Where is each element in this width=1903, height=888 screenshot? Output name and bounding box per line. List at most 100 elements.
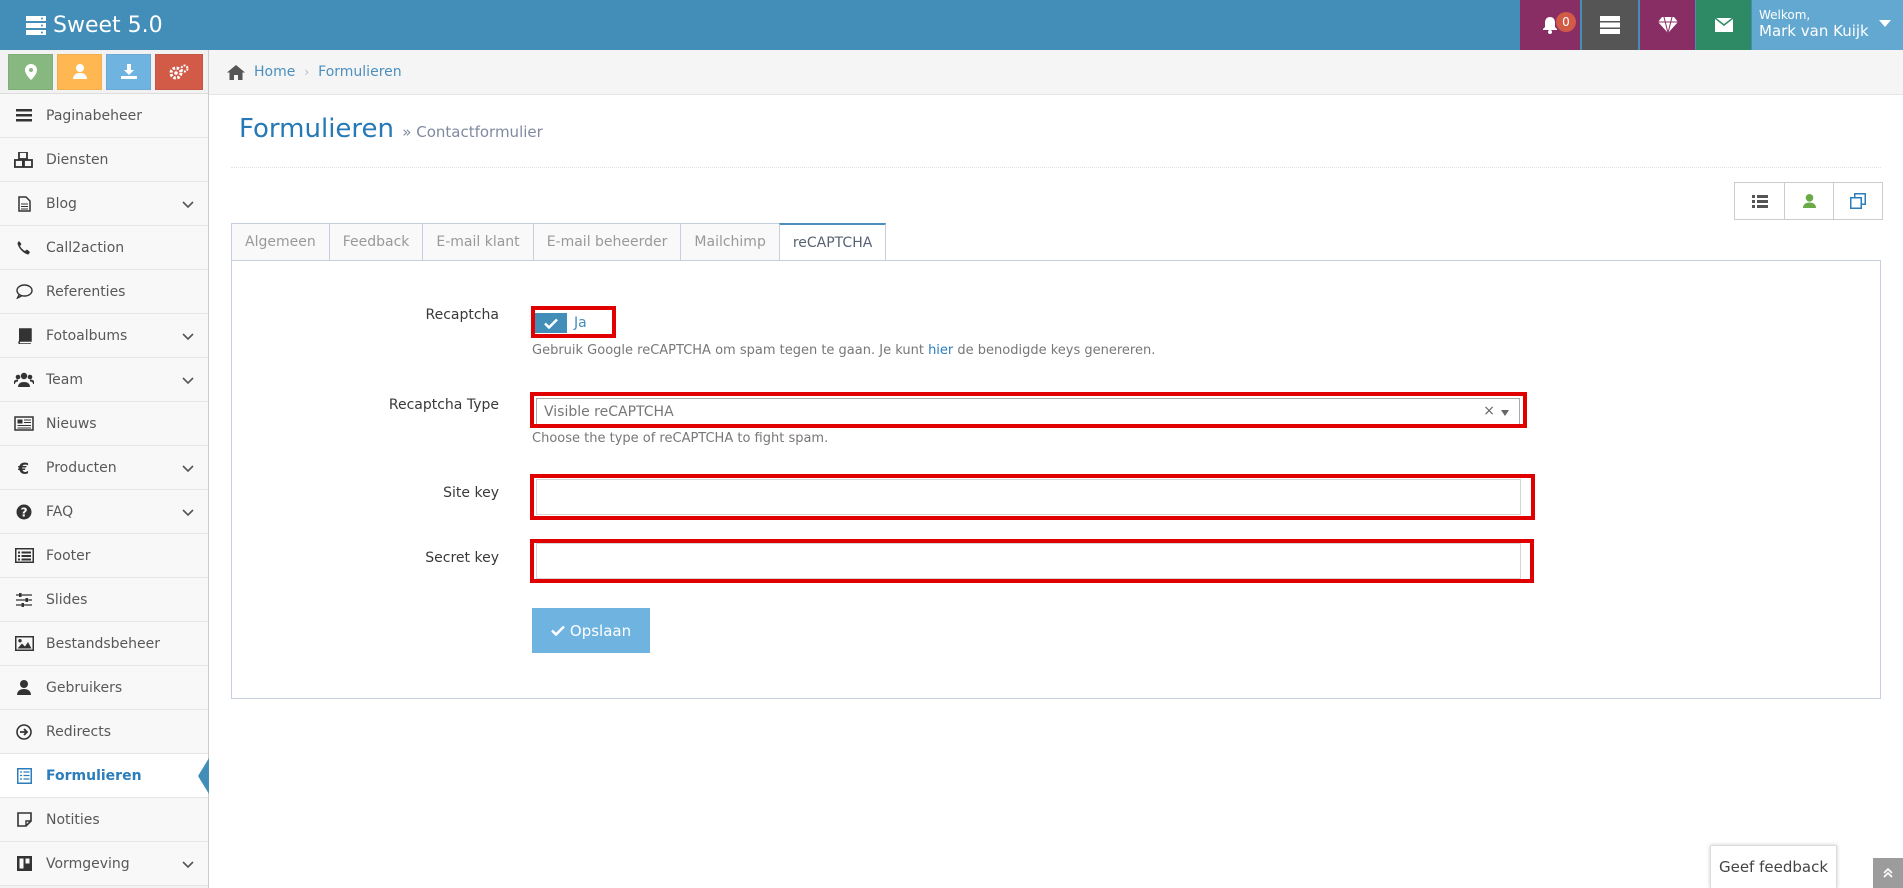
feedback-button[interactable]: Geef feedback [1710, 845, 1837, 888]
sidebar-item-bestandsbeheer[interactable]: Bestandsbeheer [0, 622, 208, 666]
users-icon [13, 371, 35, 389]
sidebar-item-footer[interactable]: Footer [0, 534, 208, 578]
highlight-site-key [530, 474, 1535, 520]
double-chevron-up-icon [1883, 868, 1893, 878]
sidebar-item-faq[interactable]: ? FAQ [0, 490, 208, 534]
newspaper-icon [13, 415, 35, 433]
sidebar-item-label: Call2action [46, 239, 125, 256]
page-title: Formulieren » Contactformulier [239, 114, 543, 144]
site-key-label: Site key [443, 485, 499, 501]
sidebar-item-label: Formulieren [46, 767, 142, 784]
gem-button[interactable] [1640, 0, 1695, 50]
image-icon [13, 635, 35, 653]
comment-icon [13, 283, 35, 301]
list-view-button[interactable] [1735, 183, 1784, 219]
sidebar-item-label: Redirects [46, 723, 112, 740]
top-navbar: Sweet 5.0 0 Welkom, Mark van Kuijk [0, 0, 1903, 50]
tab-algemeen[interactable]: Algemeen [231, 223, 329, 261]
recaptcha-label: Recaptcha [425, 307, 499, 323]
sidebar: Paginabeheer Diensten Blog Call2action Refer… [0, 50, 209, 888]
tab-mailchimp[interactable]: Mailchimp [680, 223, 779, 261]
chevron-down-icon [182, 329, 194, 345]
brand[interactable]: Sweet 5.0 [26, 10, 163, 40]
scroll-to-top-button[interactable] [1873, 858, 1903, 888]
sidebar-item-diensten[interactable]: Diensten [0, 138, 208, 182]
save-button-label: Opslaan [569, 621, 632, 640]
sidebar-item-blog[interactable]: Blog [0, 182, 208, 226]
cubes-icon [13, 151, 35, 169]
check-icon [551, 625, 565, 636]
chevron-down-icon [182, 373, 194, 389]
chevron-down-icon [182, 857, 194, 873]
sidebar-item-producten[interactable]: € Producten [0, 446, 208, 490]
sidebar-item-fotoalbums[interactable]: Fotoalbums [0, 314, 208, 358]
notifications-button[interactable]: 0 [1520, 0, 1580, 50]
tab-feedback[interactable]: Feedback [328, 223, 423, 261]
sidebar-item-redirects[interactable]: Redirects [0, 710, 208, 754]
sidebar-item-nieuws[interactable]: Nieuws [0, 402, 208, 446]
save-button[interactable]: Opslaan [532, 608, 650, 653]
server-icon [1600, 16, 1620, 34]
shortcut-download-button[interactable] [106, 53, 151, 90]
page-toolbar [1734, 182, 1883, 220]
map-marker-icon [24, 63, 37, 80]
user-info: Welkom, Mark van Kuijk [1759, 9, 1869, 40]
sidebar-item-label: Gebruikers [46, 679, 123, 696]
recaptcha-help-text: Gebruik Google reCAPTCHA om spam tegen t… [532, 343, 929, 358]
sidebar-item-formulieren[interactable]: Formulieren [0, 754, 209, 798]
user-menu-button[interactable]: Welkom, Mark van Kuijk [1752, 0, 1903, 50]
sidebar-item-slides[interactable]: Slides [0, 578, 208, 622]
app-title: Sweet 5.0 [53, 12, 163, 38]
shortcut-user-button[interactable] [57, 53, 102, 90]
home-icon [227, 64, 245, 80]
bars-icon [13, 107, 35, 125]
recaptcha-type-label: Recaptcha Type [388, 397, 499, 413]
sidebar-item-label: Vormgeving [46, 855, 130, 872]
sidebar-shortcuts [0, 50, 208, 94]
highlight-recaptcha-toggle [531, 306, 616, 338]
user-view-button[interactable] [1784, 183, 1833, 219]
breadcrumb-home-link[interactable]: Home [254, 64, 295, 80]
sidebar-item-label: Team [46, 371, 84, 388]
server-button[interactable] [1582, 0, 1638, 50]
layout-icon [13, 855, 35, 873]
caret-down-icon [1879, 20, 1891, 27]
envelope-icon [1714, 18, 1733, 32]
sidebar-item-vormgeving[interactable]: Vormgeving [0, 842, 208, 886]
tab-e-mail-beheerder[interactable]: E-mail beheerder [532, 223, 681, 261]
svg-text:?: ? [21, 505, 28, 519]
user-icon [72, 64, 87, 79]
tab-recaptcha[interactable]: reCAPTCHA [778, 223, 887, 262]
list-icon [1751, 194, 1768, 208]
tab-e-mail-klant[interactable]: E-mail klant [422, 223, 533, 261]
sidebar-item-label: FAQ [46, 503, 74, 520]
diamond-icon [1657, 17, 1678, 33]
breadcrumb-current-link[interactable]: Formulieren [318, 64, 401, 80]
sidebar-item-referenties[interactable]: Referenties [0, 270, 208, 314]
sidebar-item-call2action[interactable]: Call2action [0, 226, 208, 270]
recaptcha-help: Gebruik Google reCAPTCHA om spam tegen t… [532, 343, 1155, 358]
sidebar-item-label: Fotoalbums [46, 327, 128, 344]
welcome-label: Welkom, [1759, 8, 1811, 23]
sidebar-menu: Paginabeheer Diensten Blog Call2action Refer… [0, 94, 209, 886]
question-circle-icon: ? [13, 503, 35, 521]
sidebar-item-gebruikers[interactable]: Gebruikers [0, 666, 208, 710]
shortcut-map-button[interactable] [8, 53, 53, 90]
recaptcha-help-link[interactable]: hier [928, 343, 953, 358]
sidebar-item-label: Referenties [46, 283, 126, 300]
list-alt-icon [13, 547, 35, 565]
breadcrumb: Home › Formulieren [209, 50, 1903, 95]
sidebar-item-label: Paginabeheer [46, 107, 142, 124]
form-tabs: Algemeen Feedback E-mail klant E-mail behee… [231, 223, 887, 262]
sidebar-item-paginabeheer[interactable]: Paginabeheer [0, 94, 208, 138]
server-icon [26, 16, 46, 35]
sidebar-item-label: Blog [46, 195, 77, 212]
sidebar-item-notities[interactable]: Notities [0, 798, 208, 842]
copy-button[interactable] [1833, 183, 1882, 219]
shortcut-settings-button[interactable] [155, 53, 203, 90]
mail-button[interactable] [1696, 0, 1751, 50]
form-icon [13, 767, 35, 785]
sidebar-item-team[interactable]: Team [0, 358, 208, 402]
user-icon [1802, 194, 1816, 208]
phone-icon [13, 239, 35, 257]
